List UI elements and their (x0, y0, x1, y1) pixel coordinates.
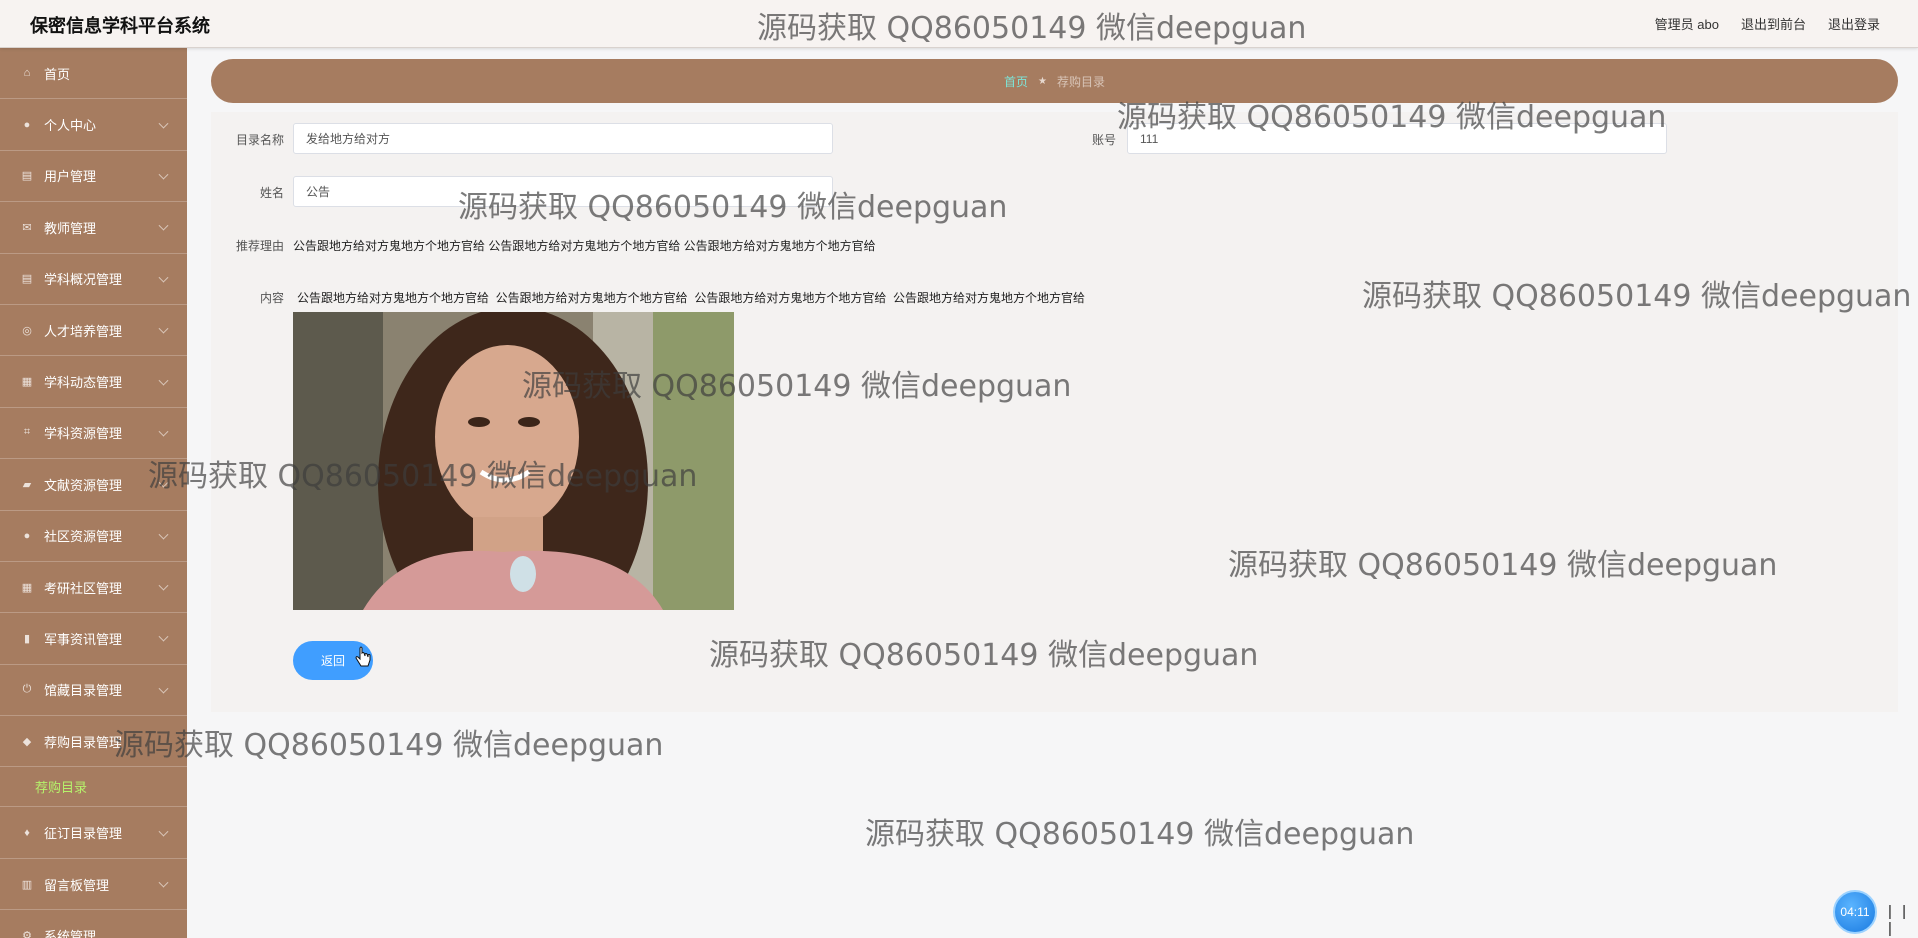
sidebar-item-discipline-overview[interactable]: ▤ 学科概况管理 (0, 254, 187, 305)
chevron-down-icon (158, 272, 169, 283)
chevron-down-icon (158, 877, 169, 888)
bank-icon: ▥ (21, 878, 33, 891)
chevron-down-icon (158, 118, 169, 129)
sidebar-item-exam-community[interactable]: ▦ 考研社区管理 (0, 562, 187, 614)
catalog-name-label: 目录名称 (235, 133, 284, 147)
current-user-label: 管理员 abo (1654, 17, 1719, 32)
content-value: 公告跟地方给对方鬼地方个地方官给 公告跟地方给对方鬼地方个地方官给 公告跟地方给… (297, 291, 1086, 305)
portrait-photo-icon (293, 312, 734, 610)
chevron-down-icon (158, 375, 169, 386)
app-title: 保密信息学科平台系统 (30, 16, 210, 36)
watermark: 源码获取 QQ86050149 微信deepguan (865, 817, 1415, 852)
exit-to-frontend-link[interactable]: 退出到前台 (1741, 14, 1806, 33)
chevron-down-icon (158, 632, 169, 643)
sidebar-item-label: 社区资源管理 (44, 529, 123, 545)
home-icon: ⌂ (23, 67, 31, 80)
sidebar-item-subscription-catalog[interactable]: ♦ 征订目录管理 (0, 807, 187, 859)
top-actions: 管理员 abo 退出到前台 退出登录 (1655, 14, 1880, 33)
grid-icon: ▦ (21, 376, 33, 389)
sidebar-item-community-resources[interactable]: ● 社区资源管理 (0, 511, 187, 562)
breadcrumb-separator-icon: ★ (1038, 75, 1047, 87)
file-icon: ▤ (21, 170, 33, 183)
breadcrumb: 首页 ★ 荐购目录 (211, 59, 1898, 103)
chevron-down-icon (158, 826, 169, 837)
content-image (293, 312, 734, 610)
sidebar-item-label: 学科资源管理 (44, 426, 123, 442)
sidebar-item-label: 教师管理 (44, 220, 97, 236)
chevron-down-icon (158, 529, 169, 540)
breadcrumb-home-link[interactable]: 首页 (1004, 73, 1028, 90)
reason-label: 推荐理由 (235, 239, 284, 253)
chevron-down-icon (158, 426, 169, 437)
document-icon: ▤ (21, 273, 33, 286)
sidebar-item-discipline-resources[interactable]: ⌗ 学科资源管理 (0, 408, 187, 460)
sidebar-item-label: 系统管理 (44, 928, 97, 938)
pause-icon[interactable]: | | | (1888, 903, 1918, 937)
sidebar-item-system-management[interactable]: ⚙ 系统管理 (0, 910, 187, 938)
chevron-down-icon (158, 477, 169, 488)
sidebar-item-home[interactable]: ⌂ 首页 (0, 48, 187, 100)
chevron-down-icon (158, 221, 169, 231)
sidebar-item-personal-center[interactable]: ● 个人中心 (0, 99, 187, 151)
recording-timer[interactable]: 04:11 (1833, 890, 1877, 934)
logout-link[interactable]: 退出登录 (1828, 14, 1880, 33)
sidebar-item-label: 征订目录管理 (44, 826, 123, 842)
sidebar-item-label: 馆藏目录管理 (44, 683, 123, 699)
mail-icon: ✉ (22, 221, 32, 234)
account-field[interactable] (1127, 123, 1667, 154)
circle-icon: ◎ (22, 324, 32, 337)
top-header: 保密信息学科平台系统 管理员 abo 退出到前台 退出登录 (0, 0, 1918, 48)
user-icon: ● (23, 118, 31, 131)
power-icon: ⏻ (22, 683, 32, 696)
chevron-down-icon (158, 683, 169, 694)
sidebar-item-label: 个人中心 (44, 118, 97, 134)
sidebar-item-message-board[interactable]: ▥ 留言板管理 (0, 859, 187, 911)
account-label: 账号 (1091, 133, 1116, 147)
sidebar-subitem-recommend-catalog[interactable]: 荐购目录 (0, 767, 187, 808)
sidebar-item-label: 考研社区管理 (44, 580, 123, 596)
catalog-name-field[interactable] (293, 123, 833, 154)
sidebar-item-recommend-catalog[interactable]: ◆ 荐购目录管理 (0, 716, 187, 768)
thumb-icon: ▰ (22, 478, 32, 491)
chevron-down-icon (158, 323, 169, 334)
gear-icon: ⚙ (22, 929, 32, 938)
sidebar-item-label: 学科动态管理 (44, 375, 123, 391)
chevron-down-icon (158, 580, 169, 591)
sidebar-item-label: 学科概况管理 (44, 272, 123, 288)
sidebar-item-talent-training[interactable]: ◎ 人才培养管理 (0, 305, 187, 357)
mic-icon: ♦ (24, 826, 30, 839)
sidebar-item-label: 首页 (44, 66, 71, 82)
sidebar-item-label: 用户管理 (44, 169, 97, 185)
sidebar-item-label: 文献资源管理 (44, 477, 123, 493)
sidebar-item-military-news[interactable]: ▮ 军事资讯管理 (0, 613, 187, 665)
hand-cursor-icon (355, 646, 371, 667)
sidebar-item-label: 人才培养管理 (44, 323, 123, 339)
user-icon: ● (23, 529, 31, 542)
grid-icon: ▦ (21, 581, 33, 594)
sidebar-item-teacher-management[interactable]: ✉ 教师管理 (0, 202, 187, 254)
chart-icon: ▮ (23, 632, 31, 645)
sidebar-item-discipline-news[interactable]: ▦ 学科动态管理 (0, 356, 187, 408)
sidebar-item-collection-catalog[interactable]: ⏻ 馆藏目录管理 (0, 665, 187, 717)
chevron-down-icon (158, 169, 169, 180)
watermark: 源码获取 QQ86050149 微信deepguan (114, 728, 664, 763)
sidebar-item-label: 军事资讯管理 (44, 631, 123, 647)
reason-value: 公告跟地方给对方鬼地方个地方官给 公告跟地方给对方鬼地方个地方官给 公告跟地方给… (293, 239, 876, 253)
sidebar: ⌂ 首页 ● 个人中心 ▤ 用户管理 ✉ 教师管理 ▤ 学科概况管理 ◎ 人才培… (0, 48, 187, 938)
name-label: 姓名 (259, 186, 284, 200)
breadcrumb-current: 荐购目录 (1056, 74, 1105, 89)
sidebar-item-user-management[interactable]: ▤ 用户管理 (0, 151, 187, 203)
sidebar-item-label: 荐购目录管理 (44, 734, 123, 750)
crop-icon: ⌗ (23, 426, 31, 439)
location-icon: ◆ (22, 735, 32, 748)
content-label: 内容 (259, 291, 284, 305)
sidebar-item-literature-resources[interactable]: ▰ 文献资源管理 (0, 459, 187, 511)
sidebar-item-label: 留言板管理 (44, 877, 110, 893)
name-field[interactable] (293, 176, 833, 207)
